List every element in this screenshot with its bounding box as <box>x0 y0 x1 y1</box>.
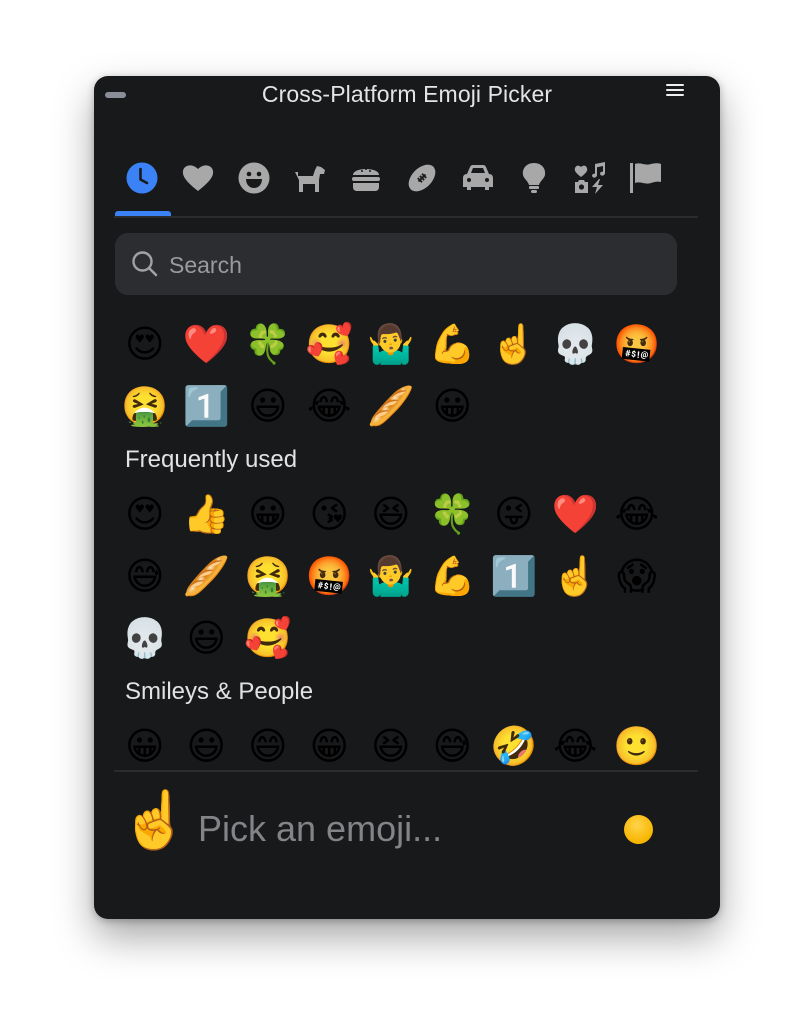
emoji-button[interactable]: 👍 <box>176 484 238 546</box>
tab-activities[interactable] <box>394 158 450 216</box>
search-input[interactable] <box>167 233 651 297</box>
emoji-row: 😀 😃 😄 😁 😆 😅 🤣 😂 🙂 <box>114 716 698 770</box>
emoji-row: 🤮 1️⃣ 😃 😂 🥖 😀 <box>114 376 698 438</box>
emoji-button[interactable]: 💀 <box>114 608 176 670</box>
tab-food-drink[interactable] <box>338 158 394 216</box>
emoji-button[interactable]: 💪 <box>422 314 484 376</box>
preview-bar: ☝️ Pick an emoji... <box>94 772 720 919</box>
title-bar: Cross-Platform Emoji Picker <box>94 76 720 116</box>
emoji-button[interactable]: 🥖 <box>360 376 422 438</box>
frequently-used-section: 😍 👍 😀 😘 😆 🍀 😜 ❤️ 😂 😅 🥖 🤮 🤬 🤷‍♂️ 💪 1️⃣ ☝️ 😱 💀 😃 🥰 <box>114 484 698 670</box>
emoji-button[interactable]: 😂 <box>545 716 607 770</box>
smiley-icon <box>238 162 270 194</box>
emoji-button[interactable]: 😄 <box>237 716 299 770</box>
emoji-row: 😅 🥖 🤮 🤬 🤷‍♂️ 💪 1️⃣ ☝️ 😱 <box>114 546 698 608</box>
dog-icon <box>295 166 325 192</box>
lightbulb-icon <box>522 163 546 193</box>
tab-objects[interactable] <box>506 158 562 216</box>
symbols-icon <box>574 162 605 194</box>
section-label-smileys-people: Smileys & People <box>125 678 314 705</box>
car-icon <box>463 165 493 190</box>
emoji-button[interactable]: ❤️ <box>545 484 607 546</box>
emoji-button[interactable]: 🍀 <box>422 484 484 546</box>
emoji-button[interactable]: 😃 <box>176 608 238 670</box>
emoji-button[interactable]: 😅 <box>422 716 484 770</box>
emoji-button[interactable]: 😂 <box>299 376 361 438</box>
search-icon <box>132 251 158 277</box>
emoji-button[interactable]: 🤮 <box>237 546 299 608</box>
hamburger-menu-icon[interactable] <box>666 84 684 98</box>
emoji-button[interactable]: 🤮 <box>114 376 176 438</box>
emoji-button[interactable]: 😃 <box>176 716 238 770</box>
tab-favorites[interactable] <box>170 158 226 216</box>
emoji-button[interactable]: 💪 <box>422 546 484 608</box>
emoji-button[interactable]: 😀 <box>422 376 484 438</box>
football-icon <box>408 164 436 192</box>
emoji-button[interactable]: 🥰 <box>237 608 299 670</box>
preview-emoji: ☝️ <box>120 788 190 851</box>
category-tabs <box>114 158 698 216</box>
emoji-button[interactable]: 😆 <box>360 484 422 546</box>
tab-animals-nature[interactable] <box>282 158 338 216</box>
window-title: Cross-Platform Emoji Picker <box>261 81 553 107</box>
recent-section: 😍 ❤️ 🍀 🥰 🤷‍♂️ 💪 ☝️ 💀 🤬 🤮 1️⃣ 😃 😂 🥖 😀 <box>114 314 698 438</box>
clock-icon <box>126 162 158 194</box>
tab-travel-places[interactable] <box>450 158 506 216</box>
emoji-button[interactable]: 1️⃣ <box>483 546 545 608</box>
flag-icon <box>630 163 661 193</box>
emoji-button[interactable]: 😱 <box>606 546 668 608</box>
emoji-button[interactable]: 😂 <box>606 484 668 546</box>
emoji-button[interactable]: 🥰 <box>299 314 361 376</box>
tab-symbols[interactable] <box>562 158 618 216</box>
emoji-button[interactable]: 😘 <box>299 484 361 546</box>
emoji-button[interactable]: 🤣 <box>483 716 545 770</box>
tab-smileys-people[interactable] <box>226 158 282 216</box>
emoji-button[interactable]: 😅 <box>114 546 176 608</box>
smileys-people-section: 😀 😃 😄 😁 😆 😅 🤣 😂 🙂 <box>114 716 698 770</box>
search-field[interactable] <box>115 233 677 297</box>
emoji-button[interactable]: ☝️ <box>545 546 607 608</box>
emoji-button[interactable]: 🤷‍♂️ <box>360 546 422 608</box>
emoji-button[interactable]: 😀 <box>237 484 299 546</box>
emoji-button[interactable]: 😍 <box>114 314 176 376</box>
emoji-button[interactable]: 1️⃣ <box>176 376 238 438</box>
emoji-button[interactable]: 🙂 <box>606 716 668 770</box>
tab-flags[interactable] <box>618 158 674 216</box>
emoji-button[interactable]: 🤬 <box>606 314 668 376</box>
emoji-button[interactable]: 😍 <box>114 484 176 546</box>
emoji-button[interactable]: ☝️ <box>483 314 545 376</box>
skin-tone-selector[interactable] <box>624 815 653 844</box>
emoji-button[interactable]: 😀 <box>114 716 176 770</box>
emoji-button[interactable]: ❤️ <box>176 314 238 376</box>
preview-placeholder-text: Pick an emoji... <box>198 808 443 849</box>
tabs-divider <box>114 216 698 218</box>
emoji-row: 😍 👍 😀 😘 😆 🍀 😜 ❤️ 😂 <box>114 484 698 546</box>
emoji-button[interactable]: 💀 <box>545 314 607 376</box>
emoji-button[interactable]: 🤷‍♂️ <box>360 314 422 376</box>
emoji-button[interactable]: 😜 <box>483 484 545 546</box>
emoji-button[interactable]: 😁 <box>299 716 361 770</box>
heart-icon <box>182 165 214 191</box>
emoji-button[interactable]: 🥖 <box>176 546 238 608</box>
burger-icon <box>352 168 380 191</box>
emoji-picker-window: Cross-Platform Emoji Picker Search 😍 ❤️ … <box>94 76 720 919</box>
emoji-button[interactable]: 🤬 <box>299 546 361 608</box>
emoji-row: 💀 😃 🥰 <box>114 608 698 670</box>
emoji-grid[interactable]: 😍 ❤️ 🍀 🥰 🤷‍♂️ 💪 ☝️ 💀 🤬 🤮 1️⃣ 😃 😂 🥖 😀 Frequently used 😍… <box>114 314 698 770</box>
tab-recent[interactable] <box>114 158 171 216</box>
emoji-row: 😍 ❤️ 🍀 🥰 🤷‍♂️ 💪 ☝️ 💀 🤬 <box>114 314 698 376</box>
emoji-button[interactable]: 😆 <box>360 716 422 770</box>
emoji-button[interactable]: 😃 <box>237 376 299 438</box>
emoji-button[interactable]: 🍀 <box>237 314 299 376</box>
section-label-frequently-used: Frequently used <box>125 446 298 473</box>
